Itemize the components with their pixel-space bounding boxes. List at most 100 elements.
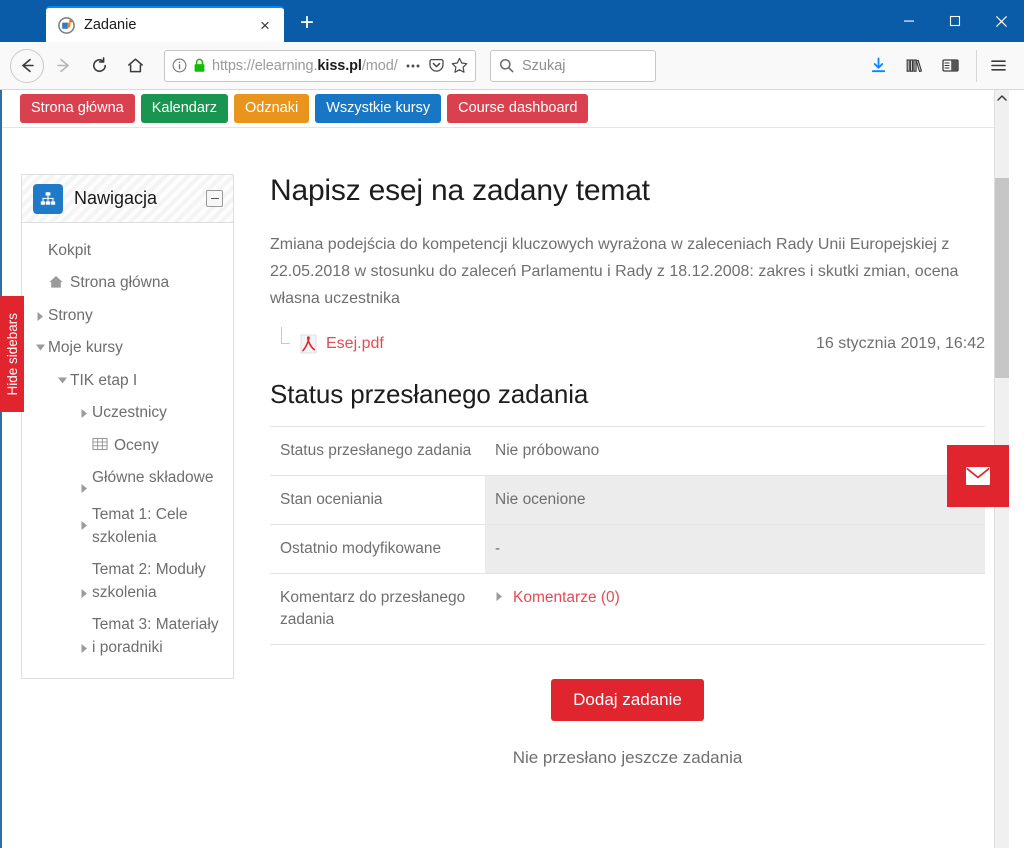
nav-button-wszystkie-kursy[interactable]: Wszystkie kursy [315,94,442,123]
chevron-down-icon[interactable] [54,370,70,385]
no-arrow-icon [32,240,48,246]
attachment-link[interactable]: Esej.pdf [326,335,384,353]
sidebar-item-label: Uczestnicy [92,404,167,422]
nav-button-kalendarz[interactable]: Kalendarz [140,94,228,123]
sidebar-item-moje-kursy[interactable]: Moje kursy [28,332,227,364]
browser-window: Zadanie × + https://elearning.kiss.pl/mo… [0,0,1024,848]
sidebar-item-kokpit[interactable]: Kokpit [28,235,227,267]
navigation-tree: Kokpit Strona główna Strony Moje kursy T… [28,235,227,664]
hamburger-menu-icon[interactable] [976,49,1014,82]
back-arrow-icon[interactable] [10,48,44,83]
lock-icon[interactable] [193,58,206,73]
tab-close-icon[interactable]: × [254,14,276,36]
row-label: Stan oceniania [280,490,383,508]
row-value: Nie ocenione [485,475,985,525]
nav-button-label: Strona główna [31,100,124,117]
submit-area: Dodaj zadanie Nie przesłano jeszcze zada… [270,678,985,768]
sidebar-item-uczestnicy[interactable]: Uczestnicy [28,397,227,429]
sitemap-icon [33,183,63,214]
sidebar-icon[interactable] [934,50,966,82]
chevron-down-icon[interactable] [32,337,48,352]
moodle-logo-icon [58,16,75,34]
search-input[interactable]: Szukaj [522,58,566,74]
scroll-up-arrow-icon[interactable] [995,90,1009,106]
chevron-right-icon[interactable] [32,305,48,322]
window-controls [886,0,1024,42]
chevron-right-icon[interactable] [76,559,92,599]
table-row: Status przesłanego zadania Nie próbowano [270,426,985,475]
scrollbar-thumb[interactable] [995,178,1009,378]
sidebar-item-glowne-skladowe[interactable]: Główne składowe [28,462,227,499]
navigation-block: Nawigacja Kokpit Strona główna Strony Mo… [21,174,234,680]
nav-button-label: Kalendarz [151,100,217,117]
library-icon[interactable] [898,50,930,82]
toolbar-icons [862,49,1014,82]
section-title: Status przesłanego zadania [270,378,589,409]
chevron-right-icon[interactable] [495,587,504,609]
new-tab-button[interactable]: + [290,6,324,40]
forward-arrow-icon[interactable] [46,49,80,83]
pocket-icon[interactable] [428,57,445,74]
sidebar-item-oceny[interactable]: Oceny [28,430,227,462]
sidebar-item-temat-1[interactable]: Temat 1: Cele szkolenia [28,499,227,554]
reload-icon[interactable] [82,49,116,83]
no-arrow-icon [76,435,92,441]
row-label: Komentarz do przesłanego zadania [280,588,466,628]
attachment-row: Esej.pdf 16 stycznia 2019, 16:42 [270,326,985,357]
chevron-right-icon[interactable] [76,467,92,494]
sidebar-item-label: Oceny [114,436,159,454]
nav-button-label: Odznaki [245,100,299,117]
navigation-block-header: Nawigacja [22,175,233,223]
ellipsis-icon[interactable] [404,59,422,73]
sidebar-item-strona-glowna[interactable]: Strona główna [28,267,227,299]
row-label: Status przesłanego zadania [280,441,472,459]
table-row: Ostatnio modyfikowane - [270,524,985,574]
table-row: Komentarz do przesłanego zadania Komenta… [270,573,985,645]
page-info-icon[interactable] [172,58,187,73]
home-icon [48,272,70,290]
navigation-block-title: Nawigacja [74,188,158,208]
url-text[interactable]: https://elearning.kiss.pl/mod/assi [212,58,398,74]
tab-strip: Zadanie × + [0,0,324,42]
row-value: Komentarze (0) [485,573,985,644]
sidebar-item-label: Temat 3: Materiały i poradniki [92,616,219,656]
sidebar-item-strony[interactable]: Strony [28,300,227,332]
collapse-icon[interactable] [206,190,223,207]
url-bar[interactable]: https://elearning.kiss.pl/mod/assi [164,49,476,82]
content-row: Nawigacja Kokpit Strona główna Strony Mo… [2,128,1009,768]
tree-connector-icon [278,326,300,357]
download-icon[interactable] [862,50,894,82]
hide-sidebars-button[interactable]: Hide sidebars [0,296,24,412]
envelope-icon[interactable] [947,445,1009,507]
main-column: Napisz esej na zadany temat Zmiana podej… [234,174,1009,768]
sidebar-item-label: Główne składowe [92,469,214,487]
sidebar-item-label: TIK etap I [70,371,138,389]
sidebar-item-temat-3[interactable]: Temat 3: Materiały i poradniki [28,609,227,664]
nav-button-label: Course dashboard [458,100,578,117]
nav-button-course-dashboard[interactable]: Course dashboard [447,94,589,123]
window-maximize-button[interactable] [932,0,978,42]
add-submission-button[interactable]: Dodaj zadanie [551,678,704,721]
no-arrow-icon [32,272,48,278]
attachment-date: 16 stycznia 2019, 16:42 [815,334,985,352]
comments-toggle[interactable]: Komentarze (0) [495,587,973,609]
chevron-right-icon[interactable] [76,614,92,654]
chevron-right-icon[interactable] [76,504,92,531]
browser-tab[interactable]: Zadanie × [46,6,284,42]
sidebar-item-temat-2[interactable]: Temat 2: Moduły szkolenia [28,554,227,609]
chevron-right-icon[interactable] [76,402,92,419]
comments-link[interactable]: Komentarze (0) [513,587,620,609]
star-icon[interactable] [451,57,468,74]
sidebar-item-label: Strona główna [70,274,170,292]
submission-status-table: Status przesłanego zadania Nie próbowano… [270,426,985,645]
home-icon[interactable] [118,49,152,83]
tab-title: Zadanie [84,17,137,33]
sidebar-item-tik-etap-i[interactable]: TIK etap I [28,365,227,397]
hide-sidebars-label: Hide sidebars [4,312,20,396]
window-close-button[interactable] [978,0,1024,42]
window-minimize-button[interactable] [886,0,932,42]
search-bar[interactable]: Szukaj [490,49,656,82]
no-submission-message: Nie przesłano jeszcze zadania [512,747,743,767]
nav-button-strona-glowna[interactable]: Strona główna [20,94,135,123]
nav-button-odznaki[interactable]: Odznaki [234,94,310,123]
